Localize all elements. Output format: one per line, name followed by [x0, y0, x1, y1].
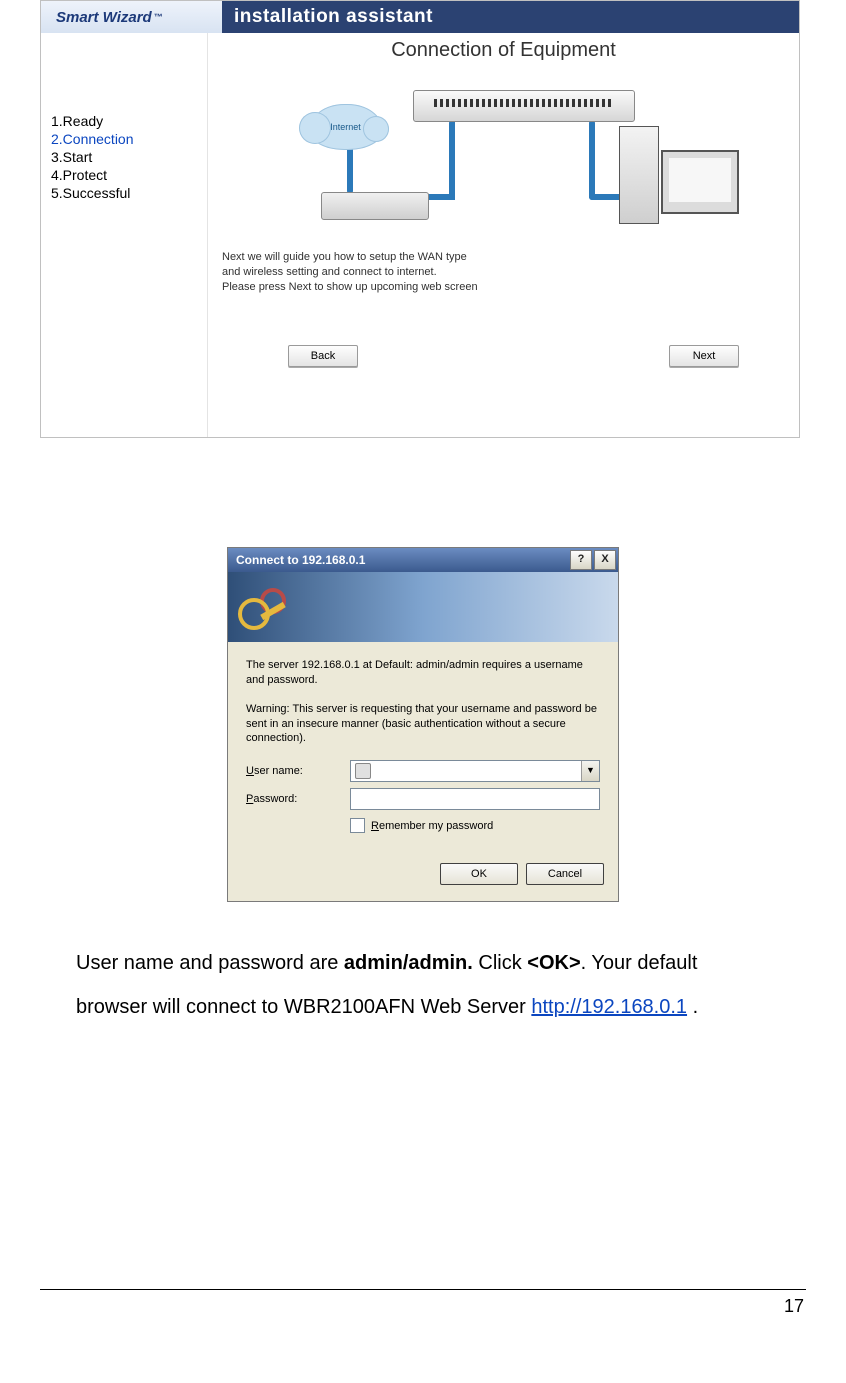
brand-text: Smart Wizard — [56, 9, 152, 26]
instr-line2: and wireless setting and connect to inte… — [222, 266, 437, 278]
remember-label: Remember my password — [371, 820, 493, 832]
txt: User name and password are — [76, 952, 344, 974]
remember-checkbox[interactable] — [350, 818, 365, 833]
user-icon — [355, 763, 371, 779]
keys-icon — [238, 584, 288, 630]
dialog-banner — [228, 572, 618, 642]
wizard-title: installation assistant — [222, 1, 799, 33]
wizard-brand: Smart Wizard™ — [41, 1, 222, 33]
dialog-message-1: The server 192.168.0.1 at Default: admin… — [246, 658, 600, 688]
wizard-header: Smart Wizard™ installation assistant — [41, 1, 799, 33]
password-label: Password: — [246, 793, 350, 805]
wire-icon — [589, 120, 595, 200]
server-link[interactable]: http://192.168.0.1 — [531, 996, 687, 1018]
brand-tm: ™ — [154, 12, 163, 22]
wizard-content: Connection of Equipment Internet Next we… — [207, 33, 799, 437]
txt: . Your default — [581, 952, 698, 974]
router-icon — [413, 90, 635, 122]
pc-tower-icon — [619, 126, 659, 224]
auth-dialog: Connect to 192.168.0.1 ? X The server 19… — [228, 548, 618, 901]
instr-line3: Please press Next to show up upcoming we… — [222, 281, 478, 293]
txt-bold: <OK> — [527, 952, 580, 974]
chevron-down-icon[interactable]: ▼ — [581, 761, 599, 781]
txt: browser will connect to WBR2100AFN Web S… — [76, 996, 531, 1018]
close-button[interactable]: X — [594, 550, 616, 570]
instr-line1: Next we will guide you how to setup the … — [222, 251, 467, 263]
diagram-title: Connection of Equipment — [222, 39, 785, 62]
step-protect: 4.Protect — [51, 167, 197, 183]
help-button[interactable]: ? — [570, 550, 592, 570]
username-label: User name: — [246, 765, 350, 777]
ok-button[interactable]: OK — [440, 863, 518, 885]
back-button[interactable]: Back — [288, 345, 358, 367]
cancel-button[interactable]: Cancel — [526, 863, 604, 885]
step-start: 3.Start — [51, 149, 197, 165]
step-ready: 1.Ready — [51, 113, 197, 129]
wizard-window: Smart Wizard™ installation assistant 1.R… — [40, 0, 800, 438]
page-number: 17 — [40, 1289, 806, 1337]
internet-cloud-icon: Internet — [309, 104, 383, 150]
username-input[interactable]: ▼ — [350, 760, 600, 782]
step-connection: 2.Connection — [51, 131, 197, 147]
cloud-label: Internet — [330, 122, 361, 132]
wire-icon — [347, 146, 353, 194]
wire-icon — [449, 120, 461, 200]
modem-icon — [321, 192, 429, 220]
connection-diagram: Internet — [289, 66, 719, 238]
dialog-title: Connect to 192.168.0.1 — [236, 553, 365, 567]
txt: Click — [473, 952, 527, 974]
dialog-message-2: Warning: This server is requesting that … — [246, 702, 600, 747]
next-button[interactable]: Next — [669, 345, 739, 367]
wizard-instructions: Next we will guide you how to setup the … — [222, 250, 785, 295]
txt: . — [687, 996, 698, 1018]
step-successful: 5.Successful — [51, 185, 197, 201]
txt-bold: admin/admin. — [344, 952, 473, 974]
pc-monitor-icon — [661, 150, 739, 214]
wizard-step-list: 1.Ready 2.Connection 3.Start 4.Protect 5… — [41, 33, 207, 437]
dialog-titlebar: Connect to 192.168.0.1 ? X — [228, 548, 618, 572]
document-paragraph: User name and password are admin/admin. … — [76, 941, 770, 1029]
password-input[interactable] — [350, 788, 600, 810]
